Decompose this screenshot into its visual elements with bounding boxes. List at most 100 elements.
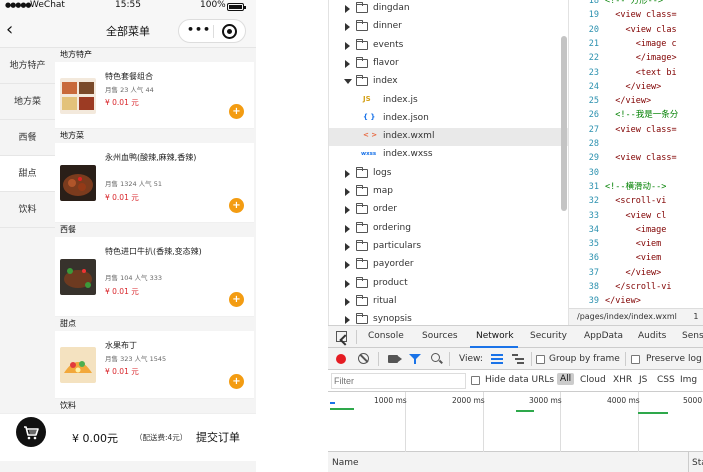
tree-folder[interactable]: synopsis xyxy=(329,311,568,325)
tree-folder[interactable]: order xyxy=(329,201,568,219)
dish-price: ¥ 0.01 元 xyxy=(105,287,139,296)
divider xyxy=(531,352,532,366)
tree-folder[interactable]: logs xyxy=(329,165,568,183)
folder-icon xyxy=(356,56,368,68)
collapsed-arrow-icon[interactable] xyxy=(345,316,350,325)
collapsed-arrow-icon[interactable] xyxy=(345,242,350,251)
type-filter-img[interactable]: Img xyxy=(680,375,697,385)
tree-folder[interactable]: ritual xyxy=(329,293,568,311)
collapsed-arrow-icon[interactable] xyxy=(345,23,350,32)
tree-folder[interactable]: index xyxy=(329,73,568,91)
tree-file[interactable]: JS index.js xyxy=(329,92,568,110)
hide-data-urls-checkbox[interactable] xyxy=(471,376,480,385)
code-text: <viem xyxy=(605,253,662,264)
category-item[interactable]: 地方菜 xyxy=(0,84,55,120)
preserve-log-checkbox[interactable] xyxy=(631,355,640,364)
category-item[interactable]: 饮料 xyxy=(0,192,55,228)
waterfall-bar xyxy=(330,402,335,404)
dish-item[interactable]: 永州血鸭(酸辣,麻辣,香辣) 月售 1324 人气 51 ¥ 0.01 元 + xyxy=(55,143,254,223)
folder-icon xyxy=(356,294,368,306)
network-overview-timeline[interactable]: 1000 ms 2000 ms 3000 ms 4000 ms 5000 xyxy=(328,392,703,452)
cart-icon xyxy=(24,426,39,440)
group-by-frame-checkbox[interactable] xyxy=(536,355,545,364)
file-tree-scrollbar[interactable] xyxy=(561,36,567,211)
collapsed-arrow-icon[interactable] xyxy=(345,297,350,306)
tree-folder[interactable]: ordering xyxy=(329,220,568,238)
tree-item-label: particulars xyxy=(373,240,422,251)
tab-audits[interactable]: Audits xyxy=(638,331,666,341)
tree-item-label: product xyxy=(373,277,408,288)
tree-folder[interactable]: map xyxy=(329,183,568,201)
expanded-arrow-icon[interactable] xyxy=(344,79,352,85)
inspect-element-icon[interactable] xyxy=(336,331,347,342)
tab-console[interactable]: Console xyxy=(368,331,404,341)
column-name[interactable]: Name xyxy=(332,458,359,468)
folder-icon xyxy=(356,20,368,32)
collapsed-arrow-icon[interactable] xyxy=(345,261,350,270)
column-status[interactable]: Stat xyxy=(692,458,703,468)
clear-icon[interactable] xyxy=(358,353,369,364)
tab-sources[interactable]: Sources xyxy=(422,331,458,341)
tree-folder[interactable]: events xyxy=(329,37,568,55)
filter-input[interactable] xyxy=(331,373,466,389)
category-item[interactable]: 甜点 xyxy=(0,156,55,192)
dish-item[interactable]: 水果布丁 月售 323 人气 1545 ¥ 0.01 元 + xyxy=(55,331,254,399)
tree-folder[interactable]: dingdan xyxy=(329,0,568,18)
collapsed-arrow-icon[interactable] xyxy=(345,279,350,288)
record-icon[interactable] xyxy=(336,354,346,364)
close-target-icon[interactable] xyxy=(222,24,237,39)
large-rows-icon[interactable] xyxy=(491,354,503,364)
add-to-cart-button[interactable]: + xyxy=(229,292,244,307)
dish-name: 永州血鸭(酸辣,麻辣,香辣) xyxy=(105,153,197,162)
collapsed-arrow-icon[interactable] xyxy=(345,169,350,178)
filter-icon[interactable] xyxy=(409,354,421,364)
tree-file[interactable]: { } index.json xyxy=(329,110,568,128)
type-filter-all[interactable]: All xyxy=(557,373,575,385)
tree-folder[interactable]: payorder xyxy=(329,256,568,274)
file-type-icon: < > xyxy=(363,131,378,140)
tree-file[interactable]: < > index.wxml xyxy=(329,128,568,147)
collapsed-arrow-icon[interactable] xyxy=(345,59,350,68)
tree-folder[interactable]: dinner xyxy=(329,18,568,36)
tab-security[interactable]: Security xyxy=(530,331,567,341)
type-filter-cloud[interactable]: Cloud xyxy=(580,375,606,385)
tab-network[interactable]: Network xyxy=(476,331,514,341)
code-text: <!-- 方形--> xyxy=(605,0,663,6)
category-item[interactable]: 西餐 xyxy=(0,120,55,156)
add-to-cart-button[interactable]: + xyxy=(229,104,244,119)
dish-image xyxy=(60,259,96,295)
tree-folder[interactable]: particulars xyxy=(329,238,568,256)
collapsed-arrow-icon[interactable] xyxy=(345,5,350,13)
type-filter-js[interactable]: JS xyxy=(639,375,647,385)
tree-folder[interactable]: flavor xyxy=(329,55,568,73)
add-to-cart-button[interactable]: + xyxy=(229,374,244,389)
type-filter-css[interactable]: CSS xyxy=(657,375,675,385)
add-to-cart-button[interactable]: + xyxy=(229,198,244,213)
tree-file[interactable]: wxss index.wxss xyxy=(329,146,568,164)
dish-item[interactable]: 特色进口牛扒(香辣,变态辣) 月售 104 人气 333 ¥ 0.01 元 + xyxy=(55,237,254,317)
submit-order-button[interactable]: 提交订单 xyxy=(196,429,240,445)
dish-item[interactable]: 特色套餐组合 月售 23 人气 44 ¥ 0.01 元 + xyxy=(55,62,254,129)
collapsed-arrow-icon[interactable] xyxy=(345,41,350,50)
tree-item-label: dinner xyxy=(373,21,402,32)
menu-list[interactable]: 地方特产 特色套餐组合 月售 23 人气 44 ¥ 0.01 元 + 地方菜 永州血鸭(酸辣… xyxy=(55,48,254,413)
code-text: <viem xyxy=(605,239,662,250)
tree-folder[interactable]: product xyxy=(329,275,568,293)
category-item[interactable]: 地方特产 xyxy=(0,48,55,84)
collapsed-arrow-icon[interactable] xyxy=(345,224,350,233)
screenshot-icon[interactable] xyxy=(388,355,398,363)
waterfall-icon[interactable] xyxy=(512,354,524,364)
line-number: 30 xyxy=(588,167,599,178)
tree-item-label: index xyxy=(373,76,398,87)
search-icon[interactable] xyxy=(431,353,440,362)
folder-icon xyxy=(356,166,368,178)
tab-appdata[interactable]: AppData xyxy=(584,331,623,341)
cart-button[interactable] xyxy=(16,417,46,447)
more-icon[interactable]: ••• xyxy=(187,24,211,36)
collapsed-arrow-icon[interactable] xyxy=(345,188,350,196)
code-editor[interactable]: 18 <!-- 方形--> 19 <view class= 20 <view clas… xyxy=(568,0,703,325)
collapsed-arrow-icon[interactable] xyxy=(345,206,350,215)
tab-sensors[interactable]: Sens xyxy=(682,331,703,341)
code-line: 32 <scroll-vi xyxy=(569,194,703,208)
type-filter-xhr[interactable]: XHR xyxy=(613,375,632,385)
